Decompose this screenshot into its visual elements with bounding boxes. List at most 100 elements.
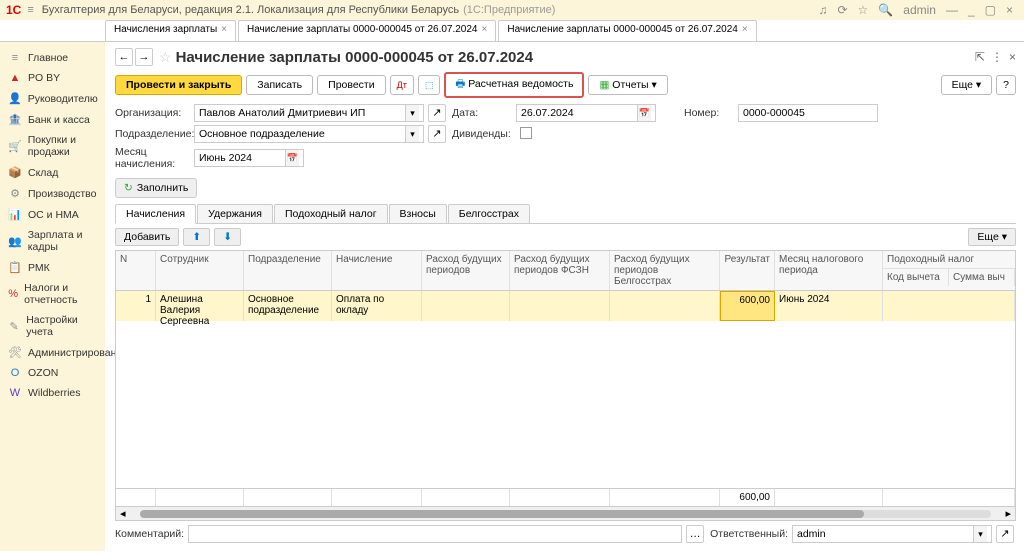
logo-1c: 1C <box>6 3 21 17</box>
tab-accruals[interactable]: Начисления <box>115 204 196 224</box>
add-row-button[interactable]: Добавить <box>115 228 179 246</box>
sidebar-item-wb[interactable]: WWildberries <box>0 383 105 403</box>
fill-button[interactable]: ↻Заполнить <box>115 178 197 198</box>
sidebar-item-assets[interactable]: 📊ОС и НМА <box>0 204 105 225</box>
box-icon: 📦 <box>8 166 22 179</box>
table-header: N Сотрудник Подразделение Начисление Рас… <box>116 251 1015 291</box>
tab-bgs[interactable]: Белгосстрах <box>448 204 530 223</box>
notify-icon[interactable]: ♫ <box>818 3 827 17</box>
more-button[interactable]: Еще ▾ <box>941 75 993 95</box>
wrench-icon: 🛠 <box>8 346 22 359</box>
maximize-icon[interactable]: ▢ <box>985 3 996 17</box>
save-button[interactable]: Записать <box>246 75 313 95</box>
div-label: Дивиденды: <box>452 128 512 140</box>
sidebar-item-sales[interactable]: 🛒Покупки и продажи <box>0 130 105 162</box>
close-page-icon[interactable]: × <box>1009 50 1016 64</box>
resp-label: Ответственный: <box>710 528 788 540</box>
hamburger-icon[interactable]: ≡ <box>27 4 33 16</box>
user-label[interactable]: admin <box>903 3 936 17</box>
tab-incometax[interactable]: Подоходный налог <box>274 204 388 223</box>
org-field[interactable]: Павлов Анатолий Дмитриевич ИП▾ <box>194 104 424 122</box>
date-field[interactable]: 26.07.2024📅 <box>516 104 656 122</box>
cart-icon: 🛒 <box>8 140 22 153</box>
minimize-icon[interactable]: _ <box>968 3 975 17</box>
org-open-button[interactable]: ↗ <box>428 104 446 122</box>
tab-close-icon[interactable]: × <box>742 24 748 35</box>
search-icon[interactable]: 🔍 <box>878 3 893 17</box>
page-title: Начисление зарплаты 0000-000045 от 26.07… <box>176 49 534 66</box>
clipboard-icon: 📋 <box>8 261 22 274</box>
horizontal-scrollbar[interactable]: ◂ ▸ <box>116 506 1015 520</box>
nav-back-button[interactable]: ← <box>115 48 133 66</box>
favorite-icon[interactable]: ☆ <box>858 3 869 17</box>
post-button[interactable]: Провести <box>317 75 385 95</box>
tab-close-icon[interactable]: × <box>221 24 227 35</box>
dt-kt-button[interactable]: Дт <box>390 75 414 95</box>
sep-icon: — <box>946 3 958 17</box>
people-icon: 👥 <box>8 235 22 248</box>
unpin-icon[interactable]: ⇱ <box>975 50 985 64</box>
main-tab-2[interactable]: Начисление зарплаты 0000-000045 от 26.07… <box>498 20 756 41</box>
sidebar-item-prod[interactable]: ⚙Производство <box>0 183 105 204</box>
resp-field[interactable]: admin▾ <box>792 525 992 543</box>
platform-label: (1С:Предприятие) <box>463 4 555 16</box>
app-title: Бухгалтерия для Беларуси, редакция 2.1. … <box>42 4 459 16</box>
table-footer: 600,00 <box>116 488 1015 506</box>
sidebar-item-rmk[interactable]: 📋РМК <box>0 257 105 278</box>
star-icon[interactable]: ☆ <box>159 49 172 66</box>
post-close-button[interactable]: Провести и закрыть <box>115 75 242 95</box>
payroll-report-button[interactable]: 🖶 Расчетная ведомость <box>444 72 584 98</box>
person-icon: 👤 <box>8 92 22 105</box>
wb-icon: W <box>8 387 22 399</box>
month-field[interactable]: Июнь 2024📅 <box>194 149 304 167</box>
reports-button[interactable]: ▦ Отчеты ▾ <box>588 75 667 95</box>
tab-deductions[interactable]: Удержания <box>197 204 273 223</box>
ozon-icon: O <box>8 367 22 379</box>
nav-fwd-button[interactable]: → <box>135 48 153 66</box>
table-more-button[interactable]: Еще ▾ <box>968 228 1016 246</box>
bank-icon: 🏦 <box>8 113 22 126</box>
sidebar-item-main[interactable]: ≡Главное <box>0 48 105 68</box>
menu-icon[interactable]: ⋮ <box>991 50 1003 64</box>
dep-field[interactable]: Основное подразделение▾ <box>194 125 424 143</box>
sidebar-item-poby[interactable]: ▲PO BY <box>0 68 105 88</box>
chart-icon: 📊 <box>8 208 22 221</box>
sidebar: ≡Главное ▲PO BY 👤Руководителю 🏦Банк и ка… <box>0 42 105 551</box>
sidebar-item-admin[interactable]: 🛠Администрирование <box>0 342 105 363</box>
gear-icon: ⚙ <box>8 187 22 200</box>
org-label: Организация: <box>115 107 190 119</box>
resp-open-button[interactable]: ↗ <box>996 525 1014 543</box>
dividends-checkbox[interactable] <box>520 127 532 139</box>
sidebar-item-settings[interactable]: ✎Настройки учета <box>0 310 105 342</box>
num-label: Номер: <box>684 107 734 119</box>
percent-icon: % <box>8 288 18 300</box>
date-label: Дата: <box>452 107 512 119</box>
comment-label: Комментарий: <box>115 528 184 540</box>
triangle-icon: ▲ <box>8 72 22 84</box>
home-icon: ≡ <box>8 52 22 64</box>
main-tab-0[interactable]: Начисления зарплаты× <box>105 20 236 41</box>
sidebar-item-bank[interactable]: 🏦Банк и касса <box>0 109 105 130</box>
comment-input[interactable] <box>188 525 682 543</box>
comment-more-button[interactable]: … <box>686 525 704 543</box>
sidebar-item-stock[interactable]: 📦Склад <box>0 162 105 183</box>
main-tab-1[interactable]: Начисление зарплаты 0000-000045 от 26.07… <box>238 20 496 41</box>
tab-close-icon[interactable]: × <box>482 24 488 35</box>
dep-open-button[interactable]: ↗ <box>428 125 446 143</box>
sidebar-item-manager[interactable]: 👤Руководителю <box>0 88 105 109</box>
pencil-icon: ✎ <box>8 320 20 333</box>
sidebar-item-taxes[interactable]: %Налоги и отчетность <box>0 278 105 310</box>
sidebar-item-payroll[interactable]: 👥Зарплата и кадры <box>0 225 105 257</box>
month-label: Месяц начисления: <box>115 146 190 170</box>
dep-label: Подразделение: <box>115 128 190 140</box>
history-icon[interactable]: ⟳ <box>837 3 847 17</box>
sidebar-item-ozon[interactable]: OOZON <box>0 363 105 383</box>
help-button[interactable]: ? <box>996 75 1016 95</box>
struct-button[interactable]: ⬚ <box>418 75 441 95</box>
table-row[interactable]: 1 Алешина Валерия Сергеевна Основное под… <box>116 291 1015 321</box>
close-icon[interactable]: × <box>1006 3 1013 17</box>
num-field[interactable]: 0000-000045 <box>738 104 878 122</box>
tab-contrib[interactable]: Взносы <box>389 204 447 223</box>
move-down-button[interactable]: ⬇ <box>214 228 241 246</box>
move-up-button[interactable]: ⬆ <box>183 228 210 246</box>
